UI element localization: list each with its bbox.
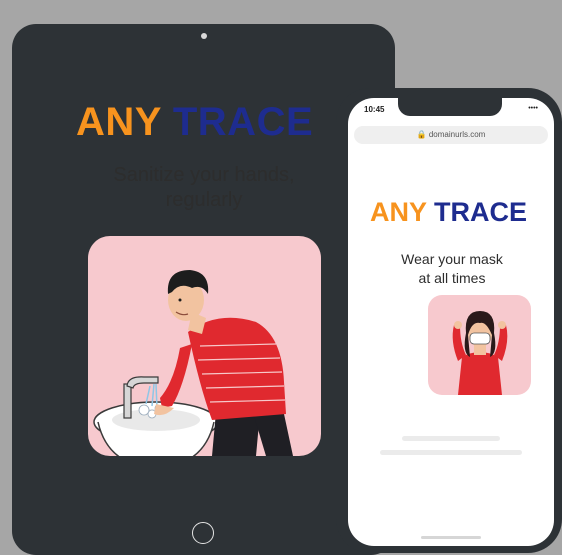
phone-caption-line1: Wear your mask <box>401 251 503 267</box>
phone-brand-logo: ANY TRACE <box>370 197 527 228</box>
placeholder-line <box>402 436 500 441</box>
tablet-camera <box>201 33 207 39</box>
status-time: 10:45 <box>364 105 385 114</box>
brand-trace: TRACE <box>172 100 314 144</box>
browser-url-bar[interactable]: 🔒 domainurls.com <box>354 126 548 144</box>
phone-caption-line2: at all times <box>418 270 486 286</box>
phone-notch <box>398 98 502 116</box>
brand-any: ANY <box>76 100 162 144</box>
url-text: domainurls.com <box>428 130 486 139</box>
tablet-brand-logo: ANY TRACE <box>76 100 313 145</box>
brand-trace: TRACE <box>434 197 528 227</box>
mask-illustration <box>428 295 531 395</box>
tablet-home-button[interactable] <box>192 522 214 544</box>
woman-wearing-mask-icon <box>452 311 508 395</box>
hand-washing-illustration <box>88 236 321 456</box>
lock-icon: 🔒 <box>416 130 427 139</box>
phone-home-indicator[interactable] <box>421 536 481 539</box>
brand-any: ANY <box>370 197 427 227</box>
man-washing-hands-icon <box>93 270 293 456</box>
phone-caption: Wear your mask at all times <box>362 250 542 288</box>
tablet-caption-line2: regularly <box>165 189 243 211</box>
status-signal-icon: •••• <box>528 105 538 112</box>
tablet-caption-line1: Sanitize your hands, <box>113 164 295 186</box>
tablet-caption: Sanitize your hands, regularly <box>64 163 344 213</box>
placeholder-line <box>380 450 522 455</box>
